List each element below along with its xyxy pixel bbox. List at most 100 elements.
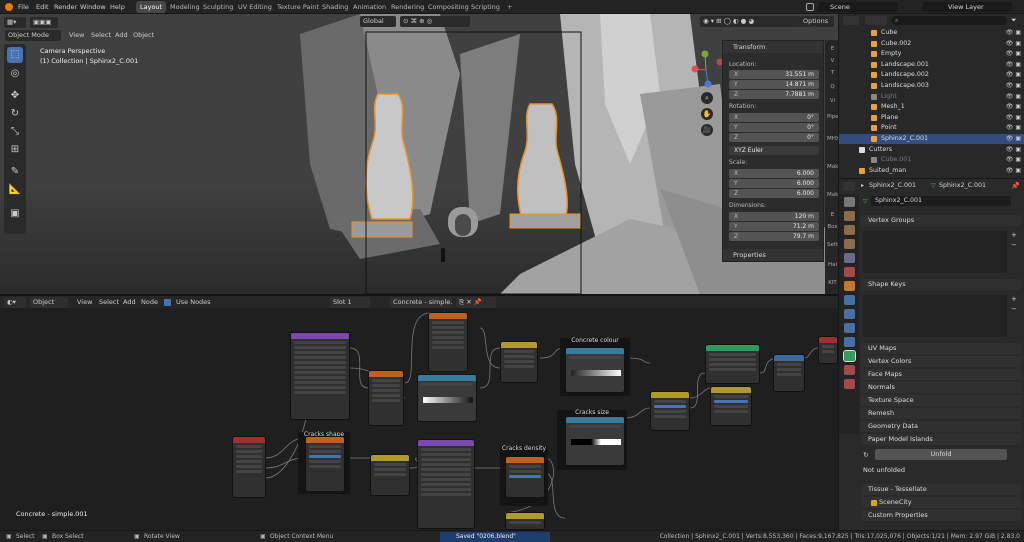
visibility-toggle-icon[interactable]: 👁 ▣	[1006, 145, 1021, 155]
visibility-toggle-icon[interactable]: 👁 ▣	[1006, 49, 1021, 59]
scale-y-field[interactable]: Y 6.000	[729, 179, 819, 188]
scene-icon[interactable]	[806, 3, 814, 11]
tissue-tessellate-panel-header[interactable]: Tissue - Tessellate	[861, 484, 1021, 495]
transform-tool-icon[interactable]: ⊞	[7, 142, 23, 158]
visibility-toggle-icon[interactable]: 👁 ▣	[1006, 155, 1021, 165]
vertex-groups-panel-header[interactable]: Vertex Groups	[861, 215, 1021, 226]
mix-node-4[interactable]	[370, 454, 410, 496]
mapping-node[interactable]	[290, 332, 350, 420]
tab-compositing[interactable]: Compositing	[424, 1, 473, 13]
blender-logo-icon[interactable]	[5, 3, 13, 11]
vertex-groups-list[interactable]	[863, 231, 1007, 273]
tab-shading[interactable]: Shading	[318, 1, 352, 13]
vertex-colors-panel-header[interactable]: Vertex Colors	[861, 356, 1021, 367]
snap-pivot-buttons[interactable]: ⊙ ⌘ ⊕ ◎	[400, 16, 470, 27]
transform-panel-header[interactable]: Transform	[723, 41, 823, 53]
outliner-item[interactable]: Point 👁 ▣	[839, 123, 1024, 133]
outliner-item[interactable]: Suited_man 👁 ▣	[839, 166, 1024, 176]
tab-scene-icon[interactable]	[844, 253, 855, 263]
cursor-tool-icon[interactable]: ◎	[7, 66, 23, 82]
add-shape-key-icon[interactable]: +	[1011, 295, 1017, 303]
material-output-node[interactable]	[818, 336, 838, 364]
color-ramp-node-1[interactable]	[417, 374, 477, 422]
outliner-item[interactable]: Cube 👁 ▣	[839, 28, 1024, 38]
outliner-item[interactable]: Landscape.001 👁 ▣	[839, 60, 1024, 70]
material-name-field[interactable]: Concrete - simple.0...	[390, 297, 452, 308]
options-dropdown[interactable]: Options	[800, 16, 834, 27]
visibility-toggle-icon[interactable]: 👁 ▣	[1006, 102, 1021, 112]
refresh-icon[interactable]: ↻	[863, 451, 869, 459]
rotate-tool-icon[interactable]: ↻	[7, 106, 23, 122]
scenecity-panel-header[interactable]: SceneCity	[861, 497, 1021, 508]
measure-tool-icon[interactable]: 📐	[7, 182, 23, 198]
tab-output-icon[interactable]	[844, 225, 855, 235]
tab-rendering[interactable]: Rendering	[387, 1, 428, 13]
visibility-toggle-icon[interactable]: 👁 ▣	[1006, 81, 1021, 91]
visibility-toggle-icon[interactable]: 👁 ▣	[1006, 134, 1021, 144]
mesh-datablock-field[interactable]: Sphinx2_C.001	[871, 196, 1011, 206]
sidebar-tab-pipe[interactable]: Pipe	[827, 114, 839, 120]
unfold-button[interactable]: Unfold	[875, 449, 1007, 460]
location-x-field[interactable]: X 31.551 m	[729, 70, 819, 79]
tab-animation[interactable]: Animation	[349, 1, 390, 13]
visibility-toggle-icon[interactable]: 👁 ▣	[1006, 113, 1021, 123]
mapping-node-2[interactable]	[417, 439, 475, 529]
tab-render-icon[interactable]	[844, 211, 855, 221]
move-tool-icon[interactable]: ✥	[7, 88, 23, 104]
geometry-data-panel-header[interactable]: Geometry Data	[861, 421, 1021, 432]
color-ramp-concrete[interactable]	[565, 347, 625, 393]
displacement-node[interactable]	[773, 354, 805, 392]
viewport-menu-object[interactable]: Object	[130, 30, 157, 41]
rotation-x-field[interactable]: X 0°	[729, 113, 819, 122]
viewport-menu-view[interactable]: View	[66, 30, 87, 41]
menu-edit[interactable]: Edit	[36, 2, 49, 12]
principled-bsdf-node[interactable]	[705, 344, 760, 384]
properties-panel-header[interactable]: Properties	[723, 249, 823, 261]
add-workspace-button[interactable]: +	[503, 1, 516, 13]
tab-tool-icon[interactable]	[844, 197, 855, 207]
sidebar-tab-sett[interactable]: Sett	[827, 242, 838, 248]
sidebar-tab-tool[interactable]: T	[827, 70, 838, 76]
tab-layout[interactable]: Layout	[136, 1, 167, 13]
shape-keys-list[interactable]	[863, 295, 1007, 337]
tab-texture-paint[interactable]: Texture Paint	[273, 1, 323, 13]
viewport-menu-add[interactable]: Add	[112, 30, 131, 41]
visibility-toggle-icon[interactable]: 👁 ▣	[1006, 39, 1021, 49]
tab-world-icon[interactable]	[844, 267, 855, 277]
sidebar-tab-q[interactable]: Q	[827, 84, 838, 90]
properties-editor[interactable]: ▸ Sphinx2_C.001 ▽ Sphinx2_C.001 📌 ▽ Sphi…	[838, 178, 1024, 530]
remove-shape-key-icon[interactable]: −	[1011, 305, 1017, 313]
pan-hand-icon[interactable]: ✋	[701, 108, 713, 120]
tab-material-icon[interactable]	[844, 365, 855, 375]
viewport-shading-buttons[interactable]: ◉ ▾ ⊞ ◯ ◐ ● ◕	[700, 16, 800, 27]
sidebar-tab-e[interactable]: E	[827, 212, 838, 218]
node-menu-node[interactable]: Node	[138, 297, 161, 308]
remesh-panel-header[interactable]: Remesh	[861, 408, 1021, 419]
sidebar-tab-view[interactable]: V	[827, 58, 838, 64]
tab-modifiers-icon[interactable]	[844, 295, 855, 305]
dimensions-y-field[interactable]: Y 71.2 m	[729, 222, 819, 231]
annotate-tool-icon[interactable]: ✎	[7, 164, 23, 180]
object-mode-dropdown[interactable]: Object Mode	[5, 30, 61, 41]
sidebar-tab-maket[interactable]: MakeT	[827, 192, 845, 198]
outliner-item[interactable]: Cube.002 👁 ▣	[839, 39, 1024, 49]
scale-tool-icon[interactable]: ⤡	[7, 124, 23, 140]
noise-texture-node[interactable]	[428, 312, 468, 372]
shader-type-dropdown[interactable]: Object	[30, 297, 68, 308]
visibility-toggle-icon[interactable]: 👁 ▣	[1006, 28, 1021, 38]
color-ramp-cracks[interactable]	[565, 416, 625, 466]
location-z-field[interactable]: Z 7.7881 m	[729, 90, 819, 99]
select-mode-buttons[interactable]: ▣▣▣	[30, 17, 58, 28]
mix-node-3[interactable]	[710, 386, 752, 426]
outliner-item[interactable]: Sphinx2_C.001 👁 ▣	[839, 134, 1024, 144]
noise-texture-node-2[interactable]	[505, 456, 545, 498]
rotation-y-field[interactable]: Y 0°	[729, 123, 819, 132]
visibility-toggle-icon[interactable]: 👁 ▣	[1006, 60, 1021, 70]
tab-view-layer-icon[interactable]	[844, 239, 855, 249]
scene-field[interactable]: Scene	[818, 2, 898, 12]
view-layer-field[interactable]: View Layer	[922, 2, 1012, 12]
camera-view-icon[interactable]: 🎥	[701, 124, 713, 136]
outliner-item[interactable]: Cutters 👁 ▣	[839, 145, 1024, 155]
tab-constraints-icon[interactable]	[844, 337, 855, 347]
sidebar-tab-mhx2[interactable]: MHX2	[827, 136, 843, 142]
